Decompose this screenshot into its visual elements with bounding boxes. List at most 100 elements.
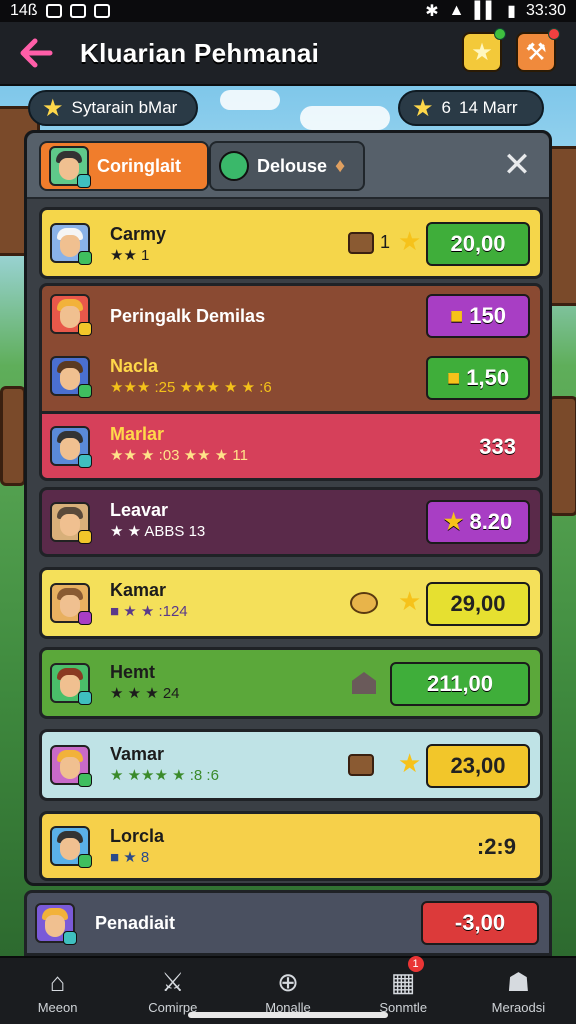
currency-count: 6 — [441, 98, 451, 117]
gem-icon: ■ — [446, 365, 461, 390]
status-left: 14ß — [10, 2, 38, 19]
price-text: :2:9 — [476, 834, 516, 859]
leaderboard-panel: Coringlait Delouse ♦ ✕ Carmy ★★ 1 1 ★ 20… — [24, 130, 552, 886]
player-stats: ★★ 1 — [110, 247, 150, 264]
avatar — [50, 663, 92, 705]
avatar — [50, 826, 92, 868]
message-icon — [93, 4, 110, 18]
price-button[interactable]: 211,00 — [390, 662, 530, 706]
status-time: 33:30 — [525, 2, 566, 19]
tab-label: Coringlait — [97, 155, 181, 176]
bag-icon — [350, 592, 378, 614]
player-name: Kamar — [110, 580, 167, 600]
gem-icon: ★ — [398, 226, 422, 256]
player-stats: ★★ ★ :03 ★★ ★ 11 — [110, 447, 248, 464]
sword-icon: ⚔ — [161, 966, 185, 997]
star-button[interactable]: ★ — [462, 28, 506, 72]
battery-icon: ▮ — [507, 3, 516, 20]
avatar — [35, 903, 77, 945]
star-badge — [494, 28, 506, 40]
price-button[interactable]: 29,00 — [426, 582, 530, 626]
currency-pill-left[interactable]: ★ Sytarain bMar — [28, 90, 198, 126]
avatar — [50, 583, 92, 625]
list-item[interactable]: Kamar ■ ★ ★ :124 ★ 29,00 — [39, 567, 543, 639]
player-stats: ★★★ :25 ★★★ ★ ★ :6 — [110, 379, 272, 396]
chest-icon — [348, 754, 374, 776]
player-name: Marlar — [110, 424, 165, 444]
wifi-icon: ▲ — [448, 2, 465, 19]
list-item[interactable]: Penadiait -3,00 — [24, 890, 552, 956]
gem-icon: ★ — [398, 586, 422, 616]
back-button[interactable] — [14, 31, 58, 75]
player-name: Lorcla — [110, 826, 165, 846]
price-button[interactable]: ■ 1,50 — [426, 356, 530, 400]
grid-icon: ▦ — [390, 966, 416, 997]
close-button[interactable]: ✕ — [497, 145, 537, 185]
cloud — [220, 90, 280, 110]
notification-icon — [45, 4, 62, 18]
hammer-icon: ⚒ — [525, 38, 547, 66]
tools-button[interactable]: ⚒ — [516, 28, 560, 72]
app-icon — [69, 4, 86, 18]
player-name: Penadiait — [95, 913, 176, 933]
signal-icon: ▌▌ — [474, 2, 498, 19]
chest-count: 1 — [380, 232, 391, 252]
currency-label: Sytarain bMar — [71, 98, 178, 117]
list-item[interactable]: Vamar ★ ★★★ ★ :8 :6 ★ 23,00 — [39, 729, 543, 801]
price-button[interactable]: ★ 8.20 — [426, 500, 530, 544]
house-icon: ⌂ — [49, 966, 66, 997]
player-name: Peringalk Demilas — [110, 306, 266, 326]
bluetooth-icon: ✱ — [425, 3, 439, 20]
panel-header: Coringlait Delouse ♦ ✕ — [27, 133, 549, 199]
player-stats: ★ ★ ★ 24 — [110, 685, 180, 702]
tools-badge — [548, 28, 560, 40]
list-item[interactable]: Leavar ★ ★ ABBS 13 ★ 8.20 — [39, 487, 543, 557]
avatar — [50, 223, 92, 265]
list-item[interactable]: Hemt ★ ★ ★ 24 ★ 211,00 — [39, 647, 543, 719]
star-icon: ★ — [42, 94, 64, 122]
player-stats: ■ ★ ★ :124 — [110, 603, 188, 620]
list-item[interactable]: Carmy ★★ 1 1 ★ 20,00 — [39, 207, 543, 279]
star-icon: ★ — [443, 509, 464, 534]
plus-circle-icon: ⊕ — [277, 966, 299, 997]
list-item-group: Peringalk Demilas ■ 150 Nacla ★★★ :25 ★★★… — [39, 283, 543, 413]
house-icon — [352, 672, 376, 694]
nav-label: Meraodsi — [491, 999, 546, 1015]
player-name: Vamar — [110, 744, 165, 764]
avatar — [50, 426, 92, 468]
cloud — [300, 106, 390, 130]
price-button[interactable]: 23,00 — [426, 744, 530, 788]
player-name: Carmy — [110, 224, 167, 244]
currency-label-right: 14 Marr — [458, 98, 518, 117]
avatar — [50, 356, 92, 398]
player-stats: ★ ★★★ ★ :8 :6 — [110, 767, 219, 784]
tab-coringlait[interactable]: Coringlait — [39, 141, 209, 191]
home-indicator[interactable] — [188, 1012, 388, 1018]
list-item[interactable]: Marlar ★★ ★ :03 ★★ ★ 11 333 — [39, 411, 543, 481]
nav-label: Meeon — [37, 999, 78, 1015]
gem-icon: ■ — [449, 303, 464, 328]
nav-item-meraodsi[interactable]: ☗ Meraodsi — [461, 958, 576, 1024]
nav-item-meeon[interactable]: ⌂ Meeon — [0, 958, 115, 1024]
shop-icon: ☗ — [506, 966, 531, 997]
currency-pill-right[interactable]: ★ 6 14 Marr — [398, 90, 544, 126]
avatar — [50, 294, 92, 336]
picture-frame — [548, 396, 576, 516]
smiley-icon — [219, 151, 249, 181]
price-button[interactable]: ■ 150 — [426, 294, 530, 338]
price-text: 333 — [479, 434, 516, 459]
list-item[interactable]: Lorcla ■ ★ 8 :2:9 — [39, 811, 543, 881]
player-name: Nacla — [110, 356, 159, 376]
price-button[interactable]: -3,00 — [421, 901, 539, 945]
top-bar: Kluarian Pehmanai ★ ⚒ — [0, 22, 576, 86]
back-arrow-icon — [20, 38, 53, 68]
avatar — [49, 146, 91, 188]
notification-badge: 1 — [407, 956, 424, 972]
page-title: Kluarian Pehmanai — [80, 37, 320, 68]
gem-icon: ★ — [398, 748, 422, 778]
tab-delouse[interactable]: Delouse ♦ — [209, 141, 365, 191]
picture-frame — [0, 386, 26, 486]
player-name: Leavar — [110, 500, 169, 520]
price-button[interactable]: 20,00 — [426, 222, 530, 266]
star-icon: ★ — [412, 94, 434, 122]
